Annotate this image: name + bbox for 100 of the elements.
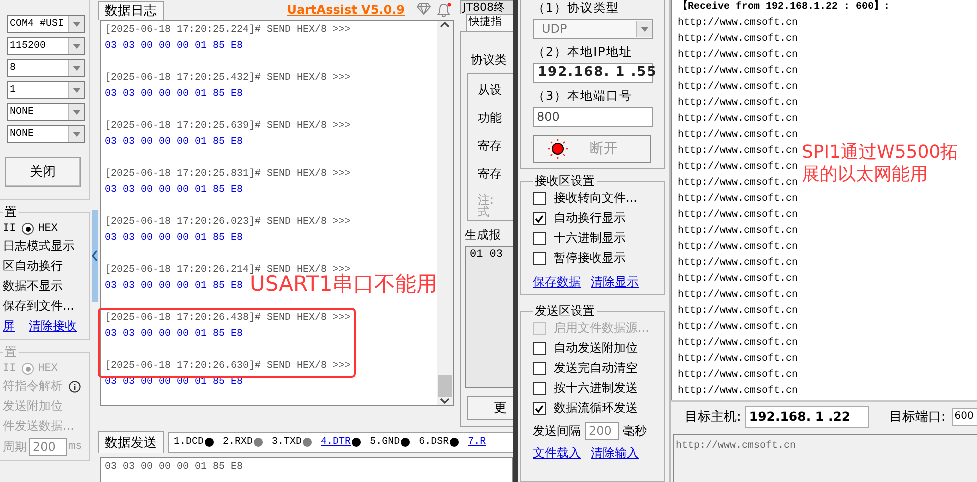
dropdown-arrow-icon (72, 110, 80, 114)
checkbox-row[interactable]: 自动换行显示 (533, 210, 664, 227)
log-entry-header: [2025-06-18 17:20:25.831]# SEND HEX/8 >>> (105, 168, 352, 182)
option-label: 区自动换行 (3, 258, 63, 275)
diamond-icon[interactable] (417, 3, 431, 15)
checkbox-row[interactable]: 自动发送附加位 (533, 340, 664, 357)
port-setting-dropdown[interactable]: 115200 (7, 37, 85, 55)
log-entry-header: [2025-06-18 17:20:26.438]# SEND HEX/8 >>> (105, 312, 352, 326)
pin-label: 5.GND (370, 437, 410, 448)
send-tab[interactable]: 数据发送 (98, 431, 164, 453)
collapse-handle[interactable] (92, 210, 98, 302)
checkbox[interactable] (533, 232, 546, 245)
port-setting-dropdown[interactable]: 8 (7, 59, 85, 77)
received-line: http://www.cmsoft.cn (678, 192, 798, 207)
dropdown-arrow-icon (72, 132, 80, 136)
log-entry-data: 03 03 00 00 00 01 85 E8 (105, 136, 244, 150)
annotation-text: SPI1通过W5500拓展的以太网能用 (802, 142, 960, 186)
link[interactable]: 清除接收 (29, 318, 77, 335)
link[interactable]: 保存数据 (533, 274, 581, 291)
log-entry-header: [2025-06-18 17:20:25.639]# SEND HEX/8 >>> (105, 120, 352, 134)
dropdown-arrow-icon (640, 26, 648, 32)
group-title: 发送区设置 (534, 303, 596, 320)
output-area[interactable]: 01 03 (465, 246, 513, 388)
checkbox-row[interactable]: 按十六进制发送 (533, 380, 664, 397)
ip-address-field[interactable]: 192.168. 1 .55 (533, 63, 653, 83)
checkbox[interactable] (533, 402, 546, 415)
log-entry-header: [2025-06-18 17:20:25.432]# SEND HEX/8 >>> (105, 72, 352, 86)
port-setting-dropdown[interactable]: 1 (7, 81, 85, 99)
checkbox-label: 按十六进制发送 (554, 380, 638, 397)
scroll-up-icon[interactable] (440, 21, 450, 29)
target-host-label: 目标主机: (685, 409, 742, 426)
checkbox-label: 自动发送附加位 (554, 340, 638, 357)
interval-label: 发送间隔 (533, 422, 581, 440)
option-label: 件发送数据... (3, 418, 74, 435)
field-label: （2）本地IP地址 (533, 44, 634, 61)
target-port-field[interactable]: 600 (952, 408, 977, 426)
dropdown-arrow-icon (72, 66, 80, 70)
received-line: http://www.cmsoft.cn (678, 176, 798, 191)
target-port-label: 目标端口: (889, 409, 946, 426)
receive-header: 【Receive from 192.168.1.22 : 600】: (678, 0, 892, 15)
checkbox-row[interactable]: 接收转向文件... (533, 190, 664, 207)
port-setting-dropdown[interactable]: NONE (7, 125, 85, 143)
checkbox[interactable] (533, 212, 546, 225)
checkbox[interactable] (533, 252, 546, 265)
received-line: http://www.cmsoft.cn (678, 336, 798, 351)
log-tab[interactable]: 数据日志 (98, 1, 164, 20)
dropdown-arrow-icon (72, 44, 80, 48)
target-host-field[interactable]: 192.168. 1 .22 (745, 406, 870, 428)
option-label: 保存到文件... (3, 298, 74, 315)
checkbox-row[interactable]: 发送完自动清空 (533, 360, 664, 377)
hex-radio-button[interactable]: HEX (22, 223, 58, 235)
option-label: 发送附加位 (3, 398, 63, 415)
option-label: II (3, 223, 16, 235)
received-line: http://www.cmsoft.cn (678, 16, 798, 31)
pin-link[interactable]: 4.DTR (321, 437, 362, 448)
update-button[interactable]: 更 (467, 396, 514, 420)
checkbox-row[interactable]: 暂停接收显示 (533, 250, 664, 267)
checkbox-label: 发送完自动清空 (554, 360, 638, 377)
checkbox-row[interactable]: 数据流循环发送 (533, 400, 664, 417)
link[interactable]: 屏 (3, 318, 15, 335)
checkbox-label: 自动换行显示 (554, 210, 626, 227)
interval-input[interactable]: 200 (585, 422, 619, 440)
checkbox[interactable] (533, 382, 546, 395)
group-title: 协议类 (471, 52, 508, 69)
checkbox[interactable] (533, 362, 546, 375)
checkbox[interactable] (533, 342, 546, 355)
scroll-down-icon[interactable] (440, 397, 450, 405)
log-entry-data: 03 03 00 00 00 01 85 E8 (105, 232, 244, 246)
checkbox-label: 启用文件数据源... (554, 320, 650, 337)
tab[interactable]: JT808终 (460, 0, 513, 14)
received-line: http://www.cmsoft.cn (678, 384, 798, 399)
link[interactable]: 文件载入 (533, 445, 581, 462)
checkbox-row[interactable]: 十六进制显示 (533, 230, 664, 247)
tab[interactable]: 快捷指 (466, 14, 513, 31)
checkbox-label: 接收转向文件... (554, 190, 638, 207)
pin-label: 3.TXD (272, 437, 312, 448)
protocol-dropdown[interactable]: UDP (533, 19, 653, 39)
received-line: http://www.cmsoft.cn (678, 304, 798, 319)
received-line: http://www.cmsoft.cn (678, 80, 798, 95)
received-line: http://www.cmsoft.cn (678, 128, 798, 143)
received-line: http://www.cmsoft.cn (678, 368, 798, 383)
interval-unit: 毫秒 (623, 422, 647, 440)
pin-link[interactable]: 7.R (468, 437, 486, 448)
scroll-thumb[interactable] (438, 375, 452, 397)
info-icon (69, 380, 81, 392)
send-input[interactable]: 03 03 00 00 00 01 85 E8 (100, 457, 513, 482)
dropdown-arrow-icon (72, 22, 80, 26)
port-input[interactable]: 800 (533, 107, 653, 127)
lamp-icon (548, 139, 568, 159)
send-text-area[interactable]: http://www.cmsoft.cn (673, 434, 977, 482)
received-line: http://www.cmsoft.cn (678, 96, 798, 111)
checkbox[interactable] (533, 192, 546, 205)
option-label: 日志模式显示 (3, 238, 75, 255)
link[interactable]: 清除显示 (591, 274, 639, 291)
port-setting-dropdown[interactable]: COM4 #USI (7, 15, 85, 33)
received-line: http://www.cmsoft.cn (678, 320, 798, 335)
port-setting-dropdown[interactable]: NONE (7, 103, 85, 121)
close-port-button[interactable]: 关闭 (5, 157, 81, 187)
log-entry-header: [2025-06-18 17:20:26.023]# SEND HEX/8 >>> (105, 216, 352, 230)
link[interactable]: 清除输入 (591, 445, 639, 462)
